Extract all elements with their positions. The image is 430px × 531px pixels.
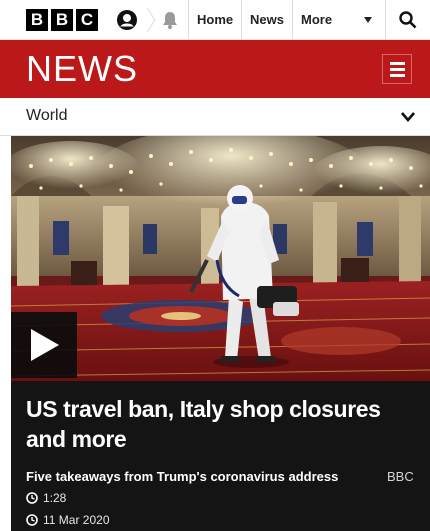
search-icon xyxy=(399,11,417,29)
menu-button[interactable] xyxy=(382,54,412,84)
news-header-bar: NEWS xyxy=(0,40,430,98)
hamburger-icon-line-middle xyxy=(390,68,405,71)
section-selector[interactable]: World xyxy=(0,98,430,136)
hamburger-icon-line-bottom xyxy=(390,74,405,77)
story-card[interactable]: US travel ban, Italy shop closures and m… xyxy=(11,381,430,531)
search-button[interactable] xyxy=(385,0,430,40)
story-source: BBC xyxy=(387,469,414,484)
publish-date: 11 Mar 2020 xyxy=(26,513,110,527)
play-icon xyxy=(31,329,59,361)
publish-date-text: 11 Mar 2020 xyxy=(43,513,110,527)
hamburger-icon-line-top xyxy=(390,62,405,65)
video-duration: 1:28 xyxy=(26,491,66,505)
clock-icon xyxy=(26,492,38,504)
section-title: World xyxy=(26,107,68,124)
story-headline[interactable]: US travel ban, Italy shop closures and m… xyxy=(26,394,421,454)
news-wordmark[interactable]: NEWS xyxy=(26,48,138,90)
bbc-logo-letter-b2: B xyxy=(51,9,73,31)
nav-news-link[interactable]: News xyxy=(241,0,291,40)
bbc-logo-letter-b1: B xyxy=(26,9,48,31)
notifications-bell-icon[interactable] xyxy=(160,10,180,30)
video-duration-text: 1:28 xyxy=(43,491,67,505)
video-thumbnail[interactable] xyxy=(11,136,430,381)
story-summary: Five takeaways from Trump's coronavirus … xyxy=(26,469,339,484)
nav-more-menu[interactable]: More xyxy=(292,0,372,40)
nav-divider xyxy=(146,8,156,32)
bbc-logo-letter-c: C xyxy=(76,9,98,31)
caret-down-icon xyxy=(364,17,372,23)
account-icon[interactable] xyxy=(116,9,138,31)
nav-home-link[interactable]: Home xyxy=(188,0,240,40)
chevron-down-icon[interactable] xyxy=(401,112,415,122)
bbc-logo[interactable]: B B C xyxy=(26,9,98,31)
clock-icon xyxy=(26,514,38,526)
top-navigation-bar: B B C Home News More xyxy=(0,0,430,40)
play-button[interactable] xyxy=(11,312,77,378)
